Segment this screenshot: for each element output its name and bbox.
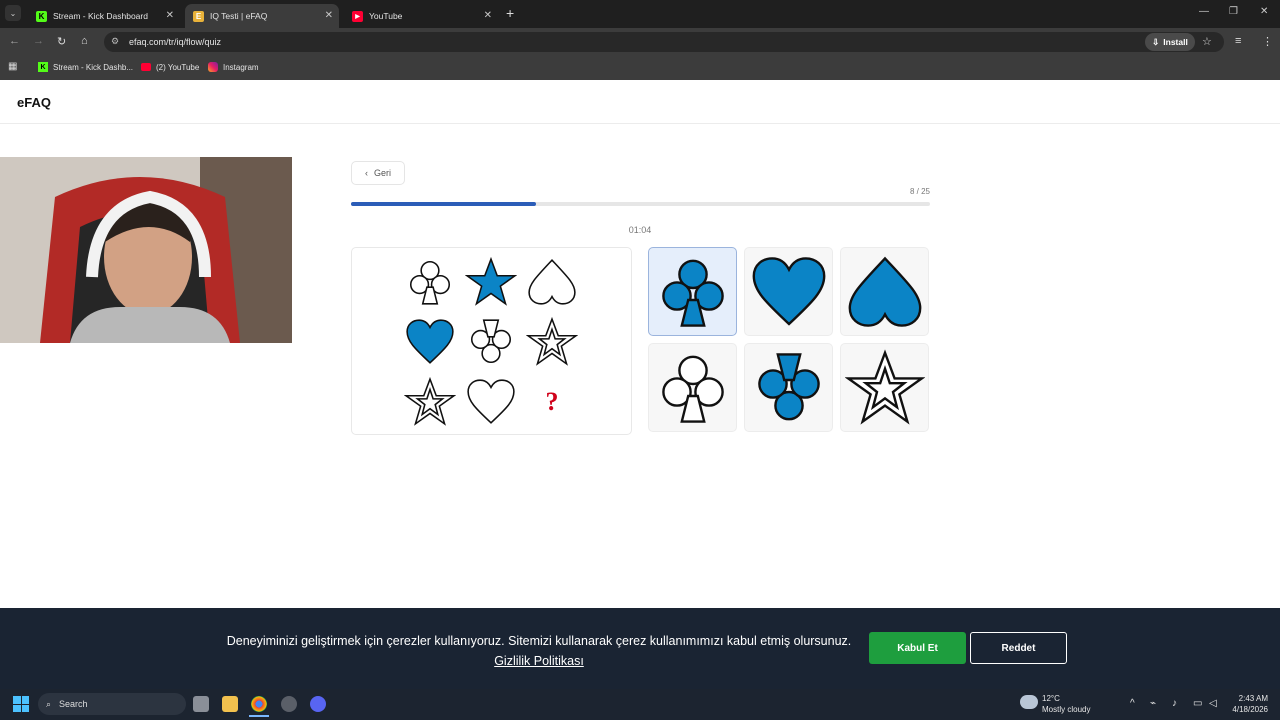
answer-option-3[interactable] [840,247,929,336]
clock-date[interactable]: 4/18/2026 [1222,705,1268,714]
windows-start-icon[interactable] [13,696,29,712]
restore-icon[interactable]: ❐ [1229,6,1238,17]
install-button[interactable]: ⇩ Install [1145,33,1195,51]
install-label: Install [1163,37,1188,47]
tab-label: YouTube [369,11,403,21]
answer-option-2[interactable] [744,247,833,336]
accept-cookies-button[interactable]: Kabul Et [869,632,966,664]
bookmark-label: Instagram [223,62,259,72]
club-inverted-icon [749,348,829,428]
display-icon[interactable]: ▭ [1193,698,1202,709]
weather-cloud-icon[interactable] [1020,695,1038,709]
clock-time[interactable]: 2:43 AM [1222,694,1268,703]
cookie-text: Deneyiminizi geliştirmek için çerezler k… [226,634,852,648]
tab-kick[interactable]: K Stream - Kick Dashboard ✕ [28,4,180,28]
matrix-club-icon [400,252,460,312]
youtube-icon: ▶ [352,10,363,22]
matrix-spade-icon [522,252,582,312]
heart-icon [749,252,829,332]
network-icon[interactable]: ⌁ [1150,698,1156,709]
answer-option-6[interactable] [840,343,929,432]
privacy-policy-link[interactable]: Gizlilik Politikası [494,654,584,668]
new-tab-button[interactable]: + [506,5,514,21]
tab-efaq[interactable]: E IQ Testi | eFAQ ✕ [185,4,339,28]
matrix-heart-icon [461,372,521,432]
close-icon[interactable]: ✕ [166,10,174,21]
active-app-indicator [249,715,269,717]
webcam-overlay [0,157,292,343]
matrix-double-star-icon [522,312,582,372]
back-arrow-icon[interactable]: ← [9,35,20,47]
site-info-icon[interactable]: ⚙ [111,36,119,47]
matrix-heart-icon [400,312,460,372]
extensions-icon[interactable]: ≡ [1235,35,1241,47]
chevron-up-icon[interactable]: ^ [1130,698,1135,709]
matrix-star-icon [461,252,521,312]
site-logo[interactable]: eFAQ [17,95,51,110]
missing-piece-question-mark: ? [522,372,582,432]
window-close-icon[interactable]: ✕ [1260,6,1268,17]
bookmark-instagram[interactable]: Instagram [208,60,259,74]
tab-label: IQ Testi | eFAQ [210,11,268,21]
matrix-double-star-icon [400,372,460,432]
back-button[interactable]: ‹ Geri [351,161,405,185]
reload-icon[interactable]: ↻ [57,35,66,48]
tab-youtube[interactable]: ▶ YouTube ✕ [344,4,498,28]
bookmark-label: Stream - Kick Dashb... [53,62,134,72]
back-label: Geri [373,168,391,178]
menu-icon[interactable]: ⋮ [1262,35,1273,48]
kick-icon: K [36,10,47,22]
close-icon[interactable]: ✕ [484,10,492,21]
search-label: Search [59,699,88,709]
chevron-left-icon: ‹ [364,168,368,178]
double-star-icon [844,348,925,428]
bookmark-star-icon[interactable]: ☆ [1202,35,1212,48]
quiz-timer: 01:04 [628,225,652,235]
cookie-message: Deneyiminizi geliştirmek için çerezler k… [222,631,856,671]
bookmark-youtube[interactable]: (2) YouTube [141,60,199,74]
bookmark-kick[interactable]: K Stream - Kick Dashb... [38,60,133,74]
efaq-icon: E [193,10,204,22]
address-bar[interactable] [104,32,1224,52]
file-explorer-icon[interactable] [222,696,238,712]
kick-icon: K [38,62,48,72]
reject-cookies-button[interactable]: Reddet [970,632,1067,664]
close-icon[interactable]: ✕ [325,10,333,21]
url-text[interactable]: efaq.com/tr/iq/flow/quiz [129,37,221,47]
forward-arrow-icon[interactable]: → [33,35,44,47]
tab-search-icon[interactable]: ⌄ [5,5,21,21]
answer-option-1[interactable] [648,247,737,336]
search-icon: ⌕ [46,698,52,709]
home-icon[interactable]: ⌂ [81,35,88,47]
club-icon [653,348,733,428]
task-view-icon[interactable] [193,696,209,712]
minimize-icon[interactable]: — [1199,6,1209,17]
spade-icon [845,252,925,332]
progress-fill [351,202,537,206]
install-icon: ⇩ [1152,36,1160,47]
weather-temp: 12°C [1042,694,1060,703]
site-header [0,80,1280,124]
club-icon [653,252,733,332]
volume-icon[interactable]: ◁ [1209,698,1217,709]
answer-option-4[interactable] [648,343,737,432]
progress-count: 8 / 25 [909,187,930,196]
chrome-icon[interactable] [251,696,267,712]
instagram-icon [208,62,218,72]
question-mark: ? [545,387,559,416]
weather-desc: Mostly cloudy [1042,705,1091,714]
matrix-club-inverted-icon [461,312,521,372]
microphone-icon[interactable]: ♪ [1172,698,1177,709]
answer-option-5[interactable] [744,343,833,432]
apps-grid-icon[interactable]: ▦ [8,61,17,72]
bookmark-label: (2) YouTube [156,62,200,72]
discord-icon[interactable] [310,696,326,712]
tab-label: Stream - Kick Dashboard [53,11,148,21]
taskbar-search[interactable]: ⌕ Search [38,693,186,715]
app-icon[interactable] [281,696,297,712]
youtube-icon [141,63,151,71]
